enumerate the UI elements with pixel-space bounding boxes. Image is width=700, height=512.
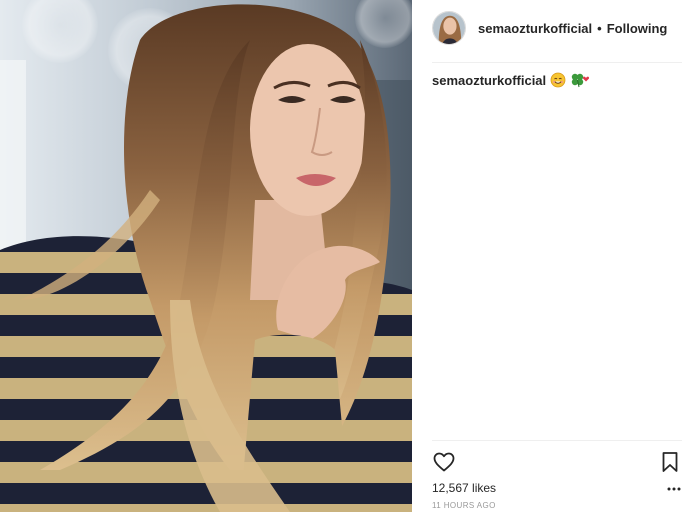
post-side-panel: semaozturkofficial • Following semaoztur… <box>412 0 700 512</box>
post-caption: semaozturkofficial <box>432 72 682 88</box>
ellipsis-icon <box>667 487 681 491</box>
heart-outline-icon <box>433 452 455 472</box>
post-photo[interactable] <box>0 0 412 512</box>
save-button[interactable] <box>658 450 682 474</box>
post-header-text: semaozturkofficial • Following <box>478 21 667 36</box>
smiling-face-emoji-icon <box>550 72 566 88</box>
header-divider <box>432 62 682 63</box>
header-separator: • <box>597 20 602 36</box>
post-header: semaozturkofficial • Following <box>432 10 682 46</box>
bookmark-outline-icon <box>662 452 678 472</box>
actions-divider <box>432 440 682 441</box>
header-username-link[interactable]: semaozturkofficial <box>478 21 592 36</box>
post-modal: semaozturkofficial • Following semaoztur… <box>0 0 700 512</box>
avatar-image <box>433 12 465 44</box>
four-leaf-clover-heart-emoji-icon <box>570 72 590 88</box>
following-button[interactable]: Following <box>607 21 668 36</box>
caption-username-link[interactable]: semaozturkofficial <box>432 73 546 88</box>
post-timestamp[interactable]: 11 HOURS AGO <box>432 501 496 510</box>
portrait-image <box>0 0 412 512</box>
more-options-button[interactable] <box>666 482 682 496</box>
likes-count[interactable]: 12,567 likes <box>432 481 496 495</box>
avatar[interactable] <box>432 11 466 45</box>
like-button[interactable] <box>432 450 456 474</box>
post-actions <box>432 450 682 474</box>
